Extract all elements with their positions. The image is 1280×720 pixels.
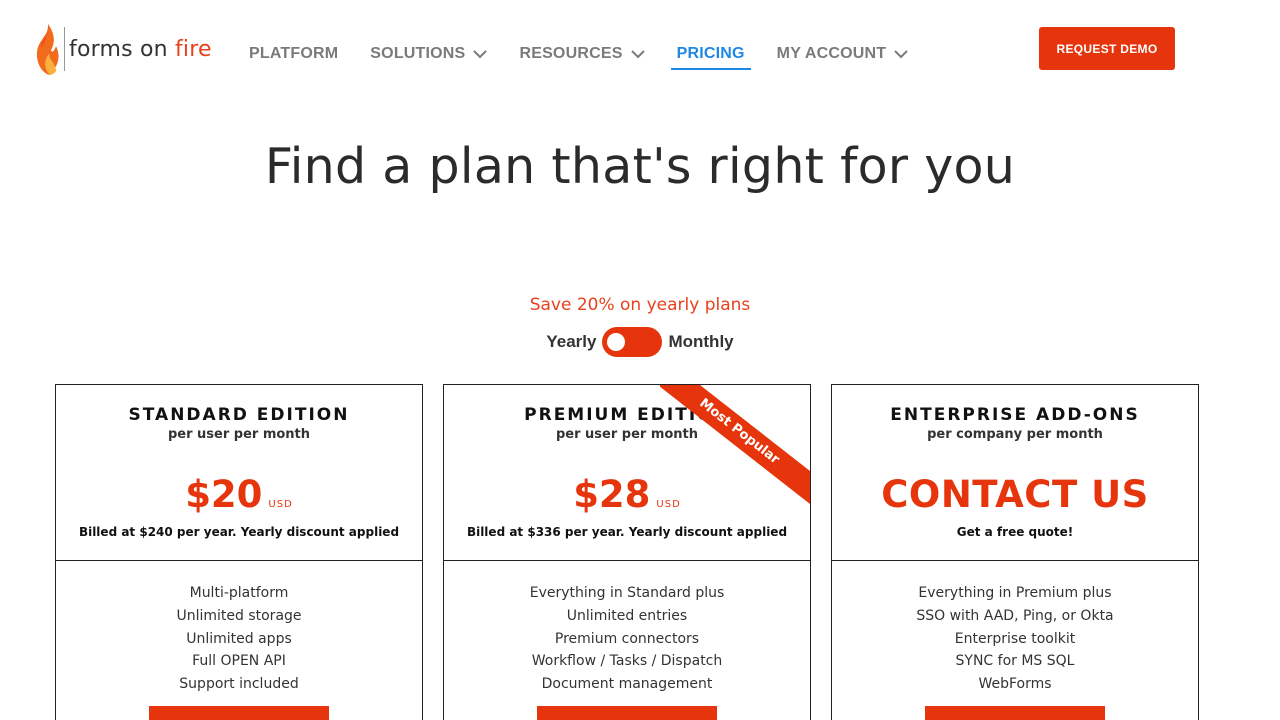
plan-card-premium: PREMIUM EDITION per user per month $28 US… xyxy=(443,384,811,720)
yearly-label[interactable]: Yearly xyxy=(546,332,596,352)
nav-solutions-label: SOLUTIONS xyxy=(370,45,466,62)
plan-card-standard: STANDARD EDITION per user per month $20 U… xyxy=(55,384,423,720)
brand-wordmark: forms on fire xyxy=(69,37,212,62)
plan-price-row: $28 USD xyxy=(444,473,810,516)
logo-divider xyxy=(64,27,65,71)
plan-billing-note: Billed at $336 per year. Yearly discount… xyxy=(466,525,788,539)
plan-features: Everything in Standard plus Unlimited en… xyxy=(444,561,810,696)
nav-pricing[interactable]: PRICING xyxy=(670,42,751,70)
monthly-label[interactable]: Monthly xyxy=(668,332,733,352)
feature-item: Unlimited entries xyxy=(566,607,688,624)
billing-toggle-row: Yearly Monthly xyxy=(0,327,1280,357)
feature-item: Full OPEN API xyxy=(192,653,286,670)
site-header: forms on fire PLATFORM SOLUTIONS RESOURC… xyxy=(0,0,1280,100)
plan-card-enterprise: ENTERPRISE ADD-ONS per company per month… xyxy=(831,384,1199,720)
plan-title: PREMIUM EDITION xyxy=(524,405,730,425)
feature-item: Everything in Standard plus xyxy=(529,585,725,601)
feature-item: SSO with AAD, Ping, or Okta xyxy=(916,607,1114,624)
plan-unit: per user per month xyxy=(167,427,311,442)
plan-price-row: CONTACT US xyxy=(832,473,1198,516)
feature-item: SYNC for MS SQL xyxy=(955,653,1075,670)
plan-header: ENTERPRISE ADD-ONS per company per month… xyxy=(832,385,1198,561)
plan-title: ENTERPRISE ADD-ONS xyxy=(890,405,1140,425)
plan-price: $28 xyxy=(573,473,651,516)
page-title: Find a plan that's right for you xyxy=(264,138,1016,195)
feature-item: Unlimited apps xyxy=(186,630,292,647)
plan-price-row: $20 USD xyxy=(56,473,422,516)
plan-unit: per user per month xyxy=(555,427,699,442)
plan-currency: USD xyxy=(656,499,681,510)
nav-my-account-label: MY ACCOUNT xyxy=(776,45,887,62)
nav-my-account[interactable]: MY ACCOUNT xyxy=(777,42,909,66)
plan-billing-note: Get a free quote! xyxy=(956,525,1074,539)
plan-features: Multi-platform Unlimited storage Unlimit… xyxy=(56,561,422,696)
plan-currency: USD xyxy=(268,499,293,510)
nav-solutions[interactable]: SOLUTIONS xyxy=(370,42,488,66)
brand-logo[interactable]: forms on fire xyxy=(34,22,212,76)
flame-icon xyxy=(36,24,59,75)
plan-features: Everything in Premium plus SSO with AAD,… xyxy=(832,561,1198,696)
nav-resources[interactable]: RESOURCES xyxy=(519,42,645,66)
feature-item: Premium connectors xyxy=(554,630,700,647)
nav-resources-label: RESOURCES xyxy=(519,45,623,62)
chevron-down-icon xyxy=(894,49,908,58)
request-demo-button[interactable]: REQUEST DEMO xyxy=(1039,27,1175,70)
brand-name-part1: forms on xyxy=(69,36,168,62)
feature-item: Support included xyxy=(179,676,299,693)
feature-item: WebForms xyxy=(978,676,1052,693)
nav-platform-label: PLATFORM xyxy=(249,45,339,62)
toggle-knob xyxy=(607,333,626,351)
chevron-down-icon xyxy=(630,49,645,58)
yearly-savings-note: Save 20% on yearly plans xyxy=(529,295,751,315)
chevron-down-icon xyxy=(473,49,488,58)
feature-item: Workflow / Tasks / Dispatch xyxy=(531,653,723,670)
plan-cta-button[interactable] xyxy=(537,705,717,720)
nav-platform[interactable]: PLATFORM xyxy=(249,42,338,66)
feature-item: Document management xyxy=(541,676,713,693)
feature-item: Unlimited storage xyxy=(176,607,302,624)
plan-cta-button[interactable] xyxy=(149,705,329,720)
nav-pricing-label: PRICING xyxy=(676,45,745,62)
plan-cta-button[interactable] xyxy=(925,705,1105,720)
main-nav: PLATFORM SOLUTIONS RESOURCES PRICING MY … xyxy=(249,42,940,70)
brand-name-part2: fire xyxy=(174,36,212,62)
plan-unit: per company per month xyxy=(927,427,1103,442)
plan-price: $20 xyxy=(185,473,263,516)
feature-item: Enterprise toolkit xyxy=(954,630,1076,647)
feature-item: Multi-platform xyxy=(189,585,289,601)
billing-period-toggle[interactable] xyxy=(602,327,663,357)
plan-title: STANDARD EDITION xyxy=(128,405,350,425)
plan-header: STANDARD EDITION per user per month $20 U… xyxy=(56,385,422,561)
plan-billing-note: Billed at $240 per year. Yearly discount… xyxy=(78,525,400,539)
feature-item: Everything in Premium plus xyxy=(918,585,1112,601)
plan-header: PREMIUM EDITION per user per month $28 US… xyxy=(444,385,810,561)
contact-us-heading: CONTACT US xyxy=(881,473,1149,516)
